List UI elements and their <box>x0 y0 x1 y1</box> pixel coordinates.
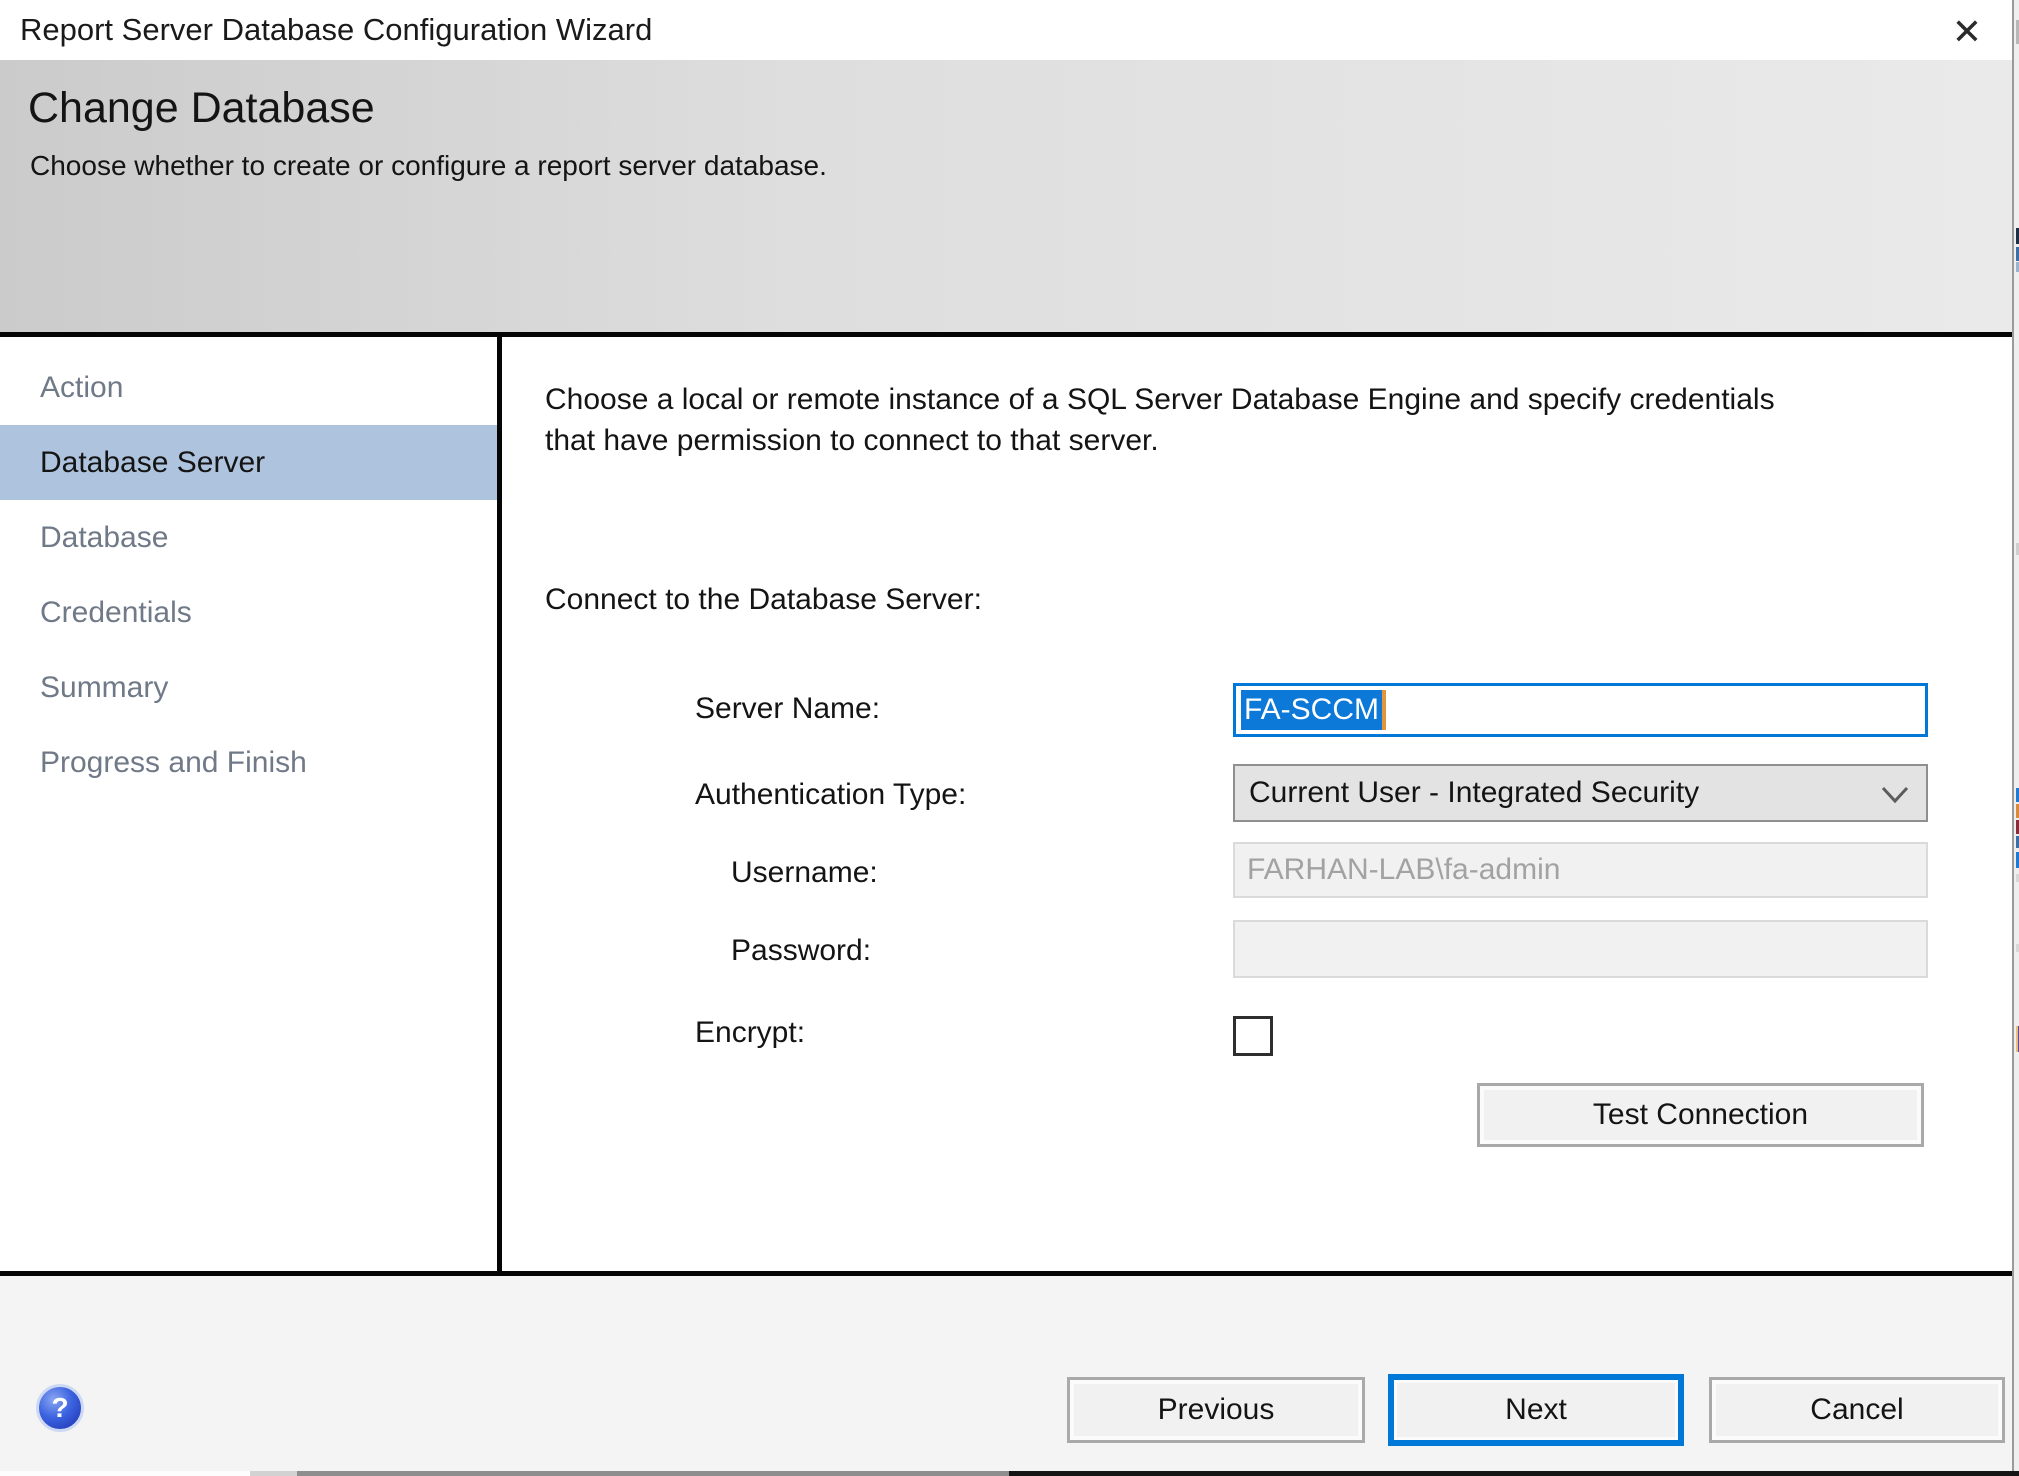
background-bottom-edge <box>0 1471 2019 1476</box>
authentication-type-label: Authentication Type: <box>695 778 967 811</box>
password-label: Password: <box>731 934 872 967</box>
encrypt-label: Encrypt: <box>695 1016 806 1049</box>
footer-bar: ? Previous Next Cancel <box>0 1271 2019 1471</box>
encrypt-checkbox[interactable] <box>1233 1016 1273 1056</box>
edge-artifact <box>0 1471 250 1476</box>
username-value: FARHAN-LAB\fa-admin <box>1247 853 1561 886</box>
close-icon[interactable]: ✕ <box>1942 7 1992 57</box>
username-field: FARHAN-LAB\fa-admin <box>1233 842 1928 898</box>
server-name-selected-text: FA-SCCM <box>1241 690 1382 730</box>
edge-artifact <box>1009 1471 2019 1476</box>
edge-artifact <box>297 1471 1009 1476</box>
next-button[interactable]: Next <box>1388 1374 1684 1446</box>
sidebar-item-database[interactable]: Database <box>0 500 497 575</box>
window-title: Report Server Database Configuration Wiz… <box>20 12 653 47</box>
sidebar-item-database-server[interactable]: Database Server <box>0 425 497 500</box>
chevron-down-icon <box>1881 786 1909 804</box>
wizard-steps-sidebar: Action Database Server Database Credenti… <box>0 337 502 1271</box>
sidebar-item-action[interactable]: Action <box>0 350 497 425</box>
background-window-edge <box>2012 0 2019 1476</box>
username-label: Username: <box>731 856 878 889</box>
intro-text: Choose a local or remote instance of a S… <box>545 383 1775 457</box>
password-field <box>1233 920 1928 978</box>
titlebar: Report Server Database Configuration Wiz… <box>0 0 2019 60</box>
sidebar-item-progress-and-finish[interactable]: Progress and Finish <box>0 725 497 800</box>
page-title: Change Database <box>28 84 375 132</box>
sidebar-item-summary[interactable]: Summary <box>0 650 497 725</box>
previous-button[interactable]: Previous <box>1067 1377 1365 1443</box>
main-panel: Choose a local or remote instance of a S… <box>502 337 2012 1271</box>
authentication-type-select[interactable]: Current User - Integrated Security <box>1233 764 1928 822</box>
help-icon[interactable]: ? <box>36 1384 84 1432</box>
server-name-label: Server Name: <box>695 692 881 725</box>
cancel-button[interactable]: Cancel <box>1709 1377 2005 1443</box>
wizard-header: Change Database Choose whether to create… <box>0 60 2012 337</box>
wizard-window: Report Server Database Configuration Wiz… <box>0 0 2019 1476</box>
sidebar-item-credentials[interactable]: Credentials <box>0 575 497 650</box>
edge-artifact <box>250 1471 297 1476</box>
test-connection-button[interactable]: Test Connection <box>1477 1083 1924 1147</box>
page-subtitle: Choose whether to create or configure a … <box>30 150 827 181</box>
connect-section-label: Connect to the Database Server: <box>545 583 982 616</box>
authentication-type-value: Current User - Integrated Security <box>1249 776 1700 809</box>
text-caret <box>1382 690 1386 730</box>
server-name-input[interactable]: FA-SCCM <box>1233 683 1928 737</box>
